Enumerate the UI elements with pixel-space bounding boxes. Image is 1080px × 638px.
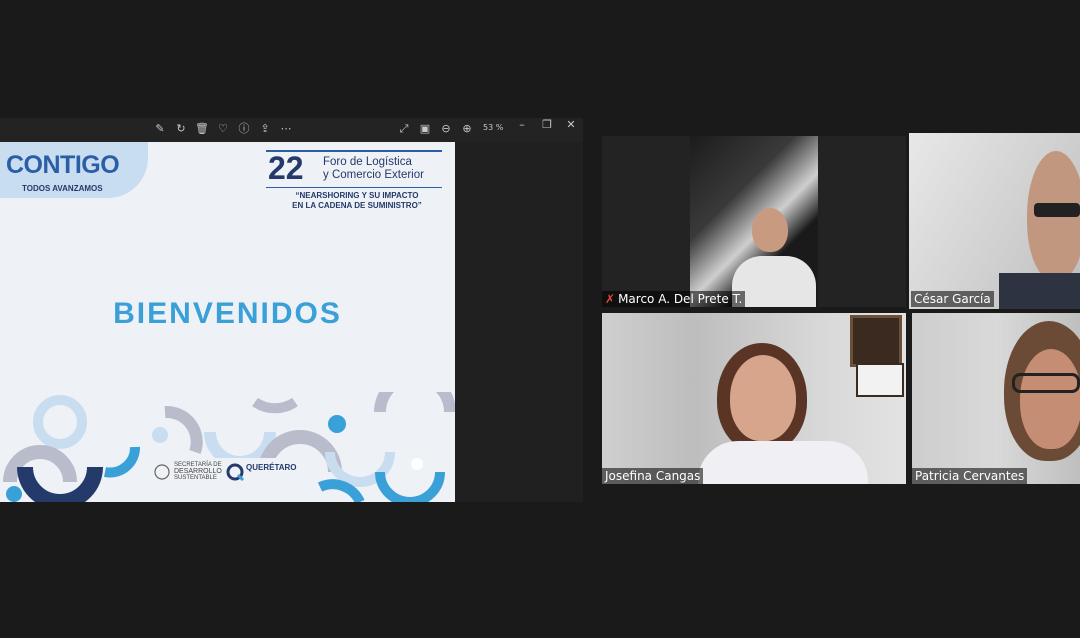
participant-name-tag: César García: [911, 291, 994, 307]
share-icon[interactable]: ⇪: [258, 122, 272, 136]
wall-plaque: [850, 315, 902, 367]
participant-name-tag: Josefina Cangas: [602, 468, 704, 484]
favorite-icon[interactable]: ♡: [216, 122, 230, 136]
event-title: Foro de Logística y Comercio Exterior: [323, 156, 453, 182]
participant-name: Patricia Cervantes: [915, 469, 1025, 483]
brand-logo: CONTIGO: [6, 151, 120, 179]
fullscreen-icon[interactable]: ⤢: [397, 122, 411, 136]
viewer-toolbar: ✎ ↻ 🗑 ♡ ⓘ ⇪ ⋯ ⤢ ▣ ⊖ ⊕ 53 % – ❐ ✕: [0, 118, 583, 142]
zoom-level[interactable]: 53 %: [483, 123, 503, 132]
more-icon[interactable]: ⋯: [279, 122, 293, 136]
restore-icon[interactable]: ❐: [540, 118, 554, 132]
edit-icon[interactable]: ✎: [153, 122, 167, 136]
participant-name: César García: [914, 292, 991, 306]
participant-tile-2[interactable]: César García: [909, 133, 1080, 309]
queretaro-logo: QUERÉTARO: [246, 463, 297, 472]
info-icon[interactable]: ⓘ: [237, 122, 251, 136]
participant-name: Marco A. Del Prete T.: [618, 292, 743, 306]
participant-blouse: [698, 441, 868, 484]
event-subtitle-line1: “NEARSHORING Y SU IMPACTO: [295, 191, 419, 200]
queretaro-q-icon: [226, 463, 244, 481]
brand-tagline: TODOS AVANZAMOS: [22, 184, 103, 193]
participant-tile-1[interactable]: ✗ Marco A. Del Prete T.: [602, 136, 906, 307]
event-divider-bottom: [266, 187, 442, 188]
minimize-icon[interactable]: –: [515, 118, 529, 132]
compare-icon[interactable]: ▣: [418, 122, 432, 136]
zoom-out-icon[interactable]: ⊖: [439, 122, 453, 136]
zoom-in-icon[interactable]: ⊕: [460, 122, 474, 136]
participant-tile-3[interactable]: Josefina Cangas: [602, 313, 906, 484]
secretaria-line2: DESARROLLO: [174, 468, 222, 475]
welcome-title: BIENVENIDOS: [113, 297, 342, 330]
participant-glasses: [1034, 203, 1080, 217]
event-subtitle: “NEARSHORING Y SU IMPACTO EN LA CADENA D…: [268, 191, 446, 211]
participant-face: [752, 208, 788, 252]
participant-face: [730, 355, 796, 441]
state-seal-icon: [154, 464, 170, 480]
mic-muted-icon: ✗: [605, 292, 616, 306]
participant-glasses: [1012, 373, 1080, 393]
participant-tile-4[interactable]: Patricia Cervantes: [912, 313, 1080, 484]
shared-slide: CONTIGO TODOS AVANZAMOS 22 Foro de Logís…: [0, 142, 455, 502]
secretaria-line3: SUSTENTABLE: [174, 475, 217, 481]
event-subtitle-line2: EN LA CADENA DE SUMINISTRO”: [292, 201, 422, 210]
participant-name-tag: ✗ Marco A. Del Prete T.: [602, 291, 746, 307]
secretaria-logo: SECRETARÍA DE DESARROLLO SUSTENTABLE: [174, 462, 222, 481]
sponsor-logos: SECRETARÍA DE DESARROLLO SUSTENTABLE QUE…: [150, 458, 310, 486]
participant-name: Josefina Cangas: [605, 469, 701, 483]
delete-icon[interactable]: 🗑: [195, 122, 209, 136]
event-number: 22: [268, 150, 304, 186]
event-title-line2: y Comercio Exterior: [323, 169, 424, 181]
participant-face: [1020, 349, 1080, 449]
rotate-icon[interactable]: ↻: [174, 122, 188, 136]
event-title-line1: Foro de Logística: [323, 156, 412, 168]
close-icon[interactable]: ✕: [564, 118, 578, 132]
participant-name-tag: Patricia Cervantes: [912, 468, 1028, 484]
participant-jacket: [999, 273, 1080, 309]
wall-frame: [856, 363, 904, 397]
